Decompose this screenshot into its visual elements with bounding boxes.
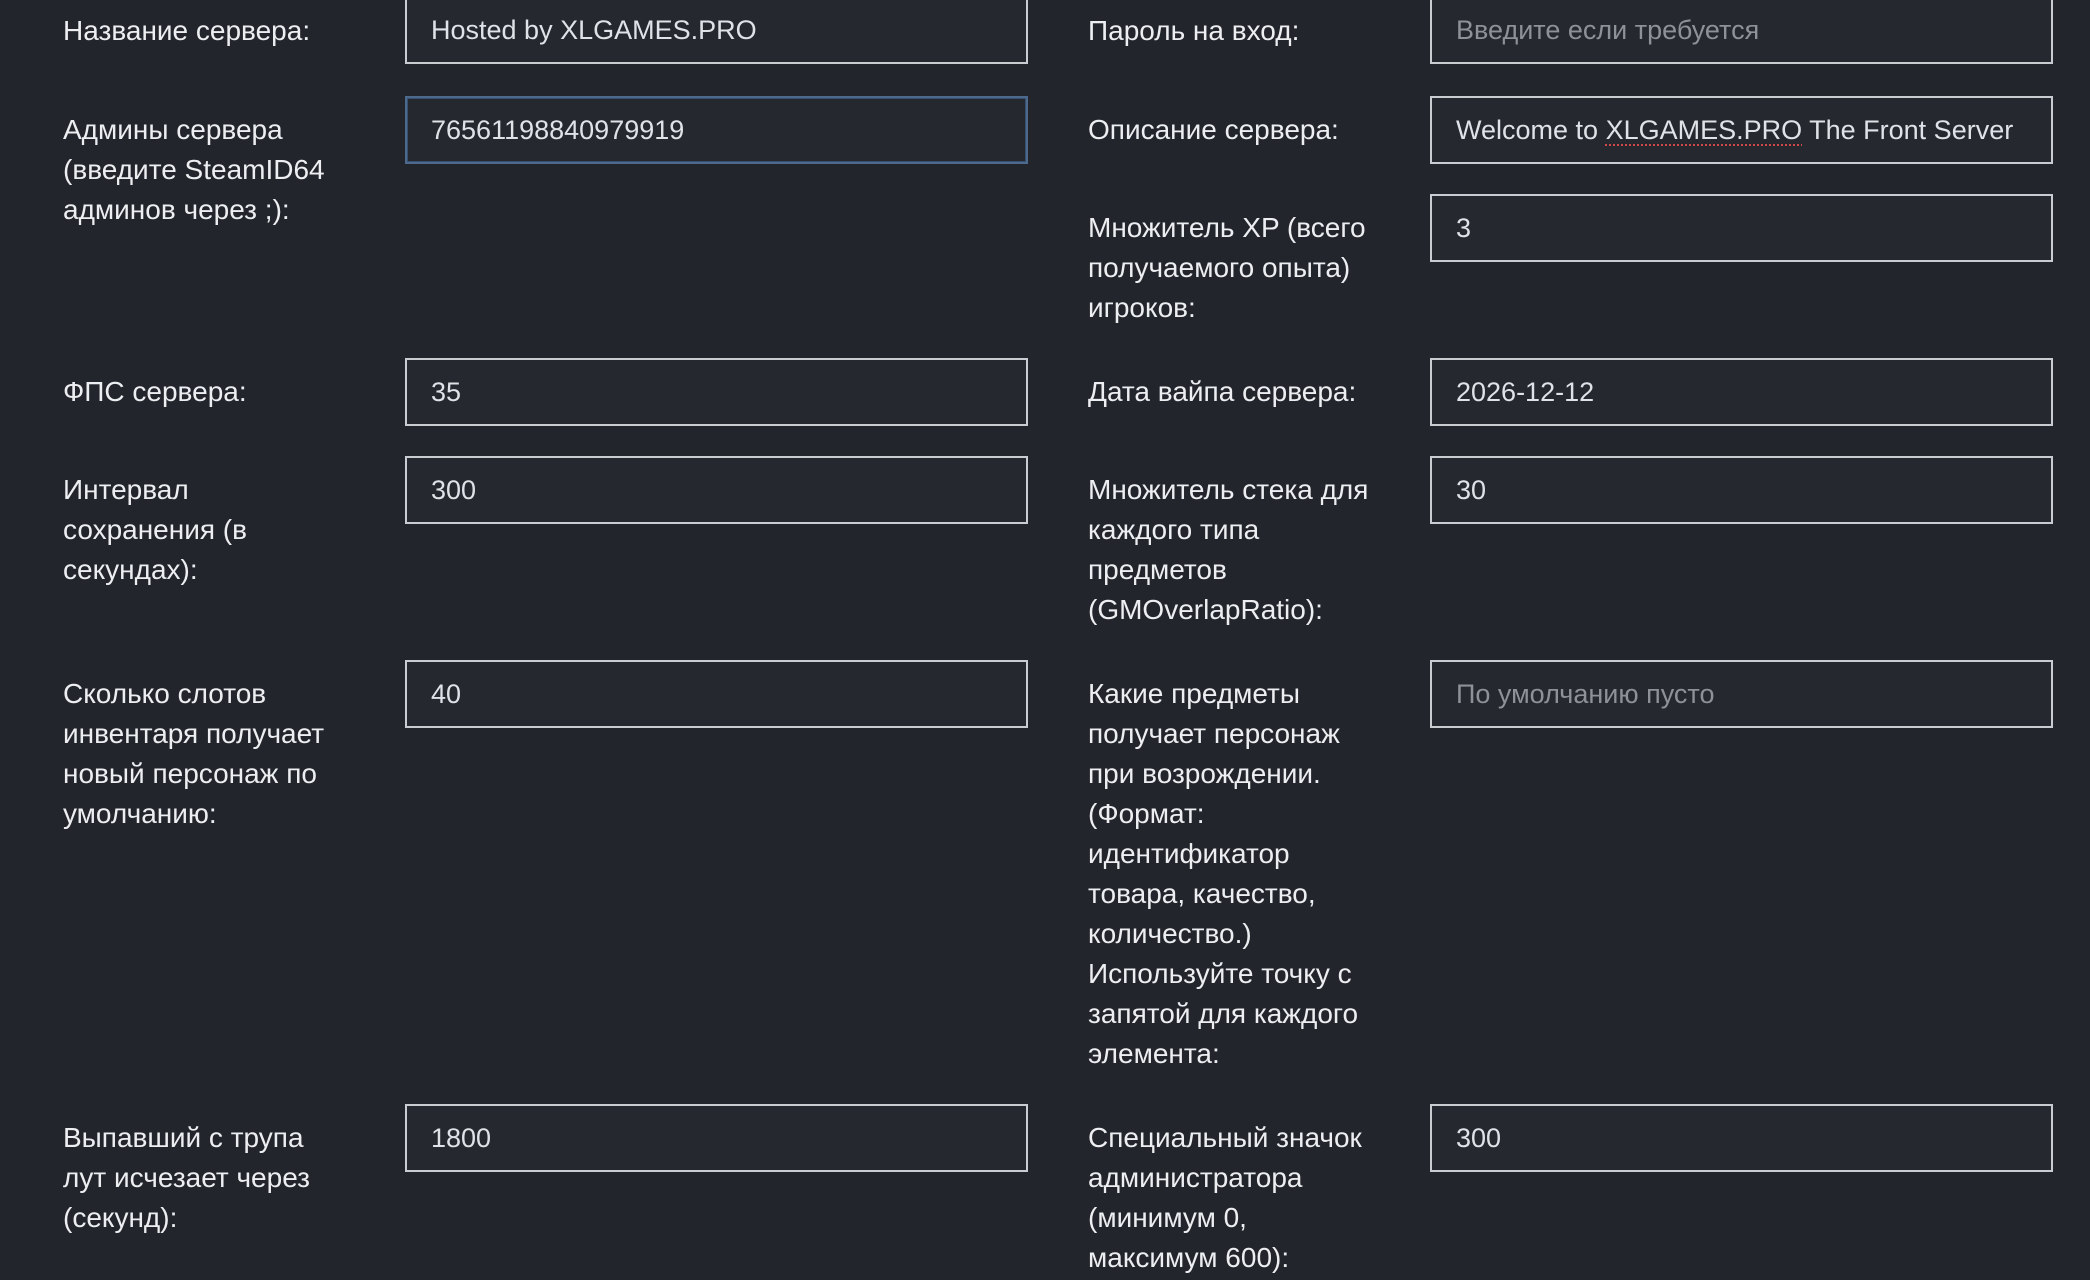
admins-input[interactable] xyxy=(405,96,1028,164)
description-input[interactable]: Welcome to XLGAMES.PRO The Front Server xyxy=(1430,96,2053,164)
description-suffix: The Front Server xyxy=(1802,114,2014,145)
description-label: Описание сервера: xyxy=(1088,114,1339,145)
inventory-slots-input[interactable] xyxy=(405,660,1028,728)
admin-badge-input[interactable] xyxy=(1430,1104,2053,1172)
description-highlight: XLGAMES.PRO xyxy=(1605,114,1803,145)
respawn-items-label: Какие предметы получает персонаж при воз… xyxy=(1088,678,1359,1069)
xp-multiplier-label: Множитель XP (всего получаемого опыта) и… xyxy=(1088,212,1366,323)
inventory-slots-label: Сколько слотов инвентаря получает новый … xyxy=(63,678,325,829)
description-prefix: Welcome to xyxy=(1456,114,1606,145)
corpse-loot-label: Выпавший с трупа лут исчезает через (сек… xyxy=(63,1122,310,1233)
wipe-date-input[interactable] xyxy=(1430,358,2053,426)
wipe-date-label: Дата вайпа сервера: xyxy=(1088,376,1357,407)
fps-label: ФПС сервера: xyxy=(63,376,247,407)
admins-label: Админы сервера (введите SteamID64 админо… xyxy=(63,114,325,225)
password-input[interactable] xyxy=(1430,0,2053,64)
stack-multiplier-label: Множитель стека для каждого типа предмет… xyxy=(1088,474,1369,625)
server-name-input[interactable] xyxy=(405,0,1028,64)
fps-input[interactable] xyxy=(405,358,1028,426)
corpse-loot-input[interactable] xyxy=(405,1104,1028,1172)
server-name-label: Название сервера: xyxy=(63,15,311,46)
stack-multiplier-input[interactable] xyxy=(1430,456,2053,524)
admin-badge-label: Специальный значок администратора (миним… xyxy=(1088,1122,1362,1273)
save-interval-input[interactable] xyxy=(405,456,1028,524)
xp-multiplier-input[interactable] xyxy=(1430,194,2053,262)
respawn-items-input[interactable] xyxy=(1430,660,2053,728)
save-interval-label: Интервал сохранения (в секундах): xyxy=(63,474,247,585)
password-label: Пароль на вход: xyxy=(1088,15,1300,46)
